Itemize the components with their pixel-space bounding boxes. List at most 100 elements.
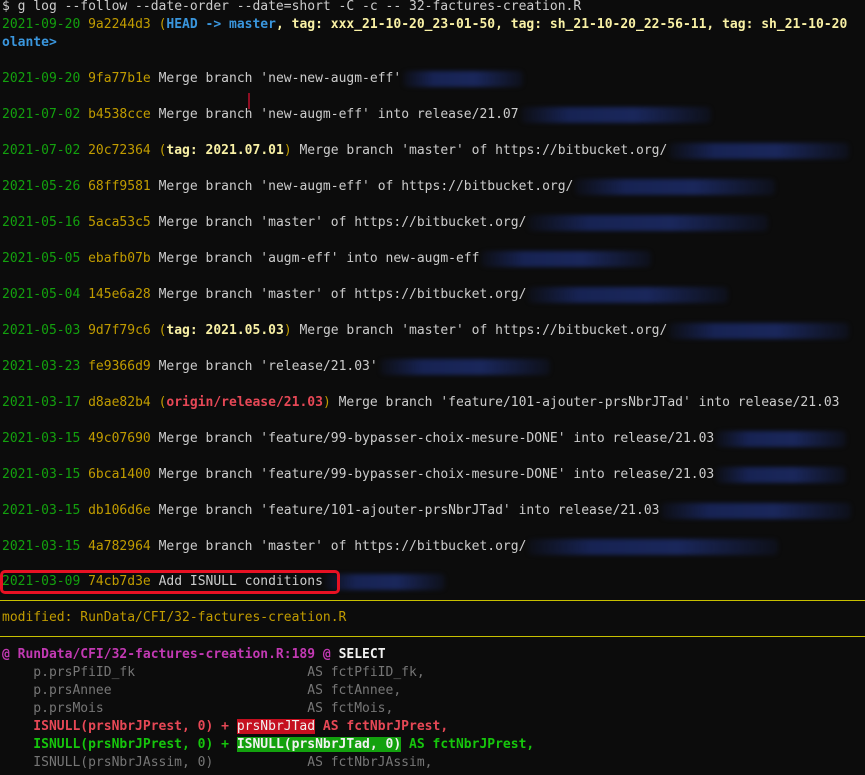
commit-line[interactable]: 2021-05-03 9d7f79c6 (tag: 2021.05.03) Me…: [2, 322, 850, 340]
commit-line[interactable]: 2021-07-02 20c72364 (tag: 2021.07.01) Me…: [2, 142, 850, 160]
head-commit-wrap: olante>: [2, 34, 57, 52]
commit-date: 2021-05-03: [2, 323, 81, 338]
redacted-region: [669, 322, 850, 339]
commit-date: 2021-05-26: [2, 179, 81, 194]
commit-message: Merge branch 'new-augm-eff' of https://b…: [158, 179, 574, 194]
commit-message: Merge branch 'master' of https://bitbuck…: [299, 143, 668, 158]
commit-hash: ebafb07b: [88, 251, 151, 266]
diff-context-line: p.prsMois AS fctMois,: [2, 701, 394, 716]
command-line: $ g log --follow --date-order --date=sho…: [2, 0, 581, 16]
commit-date: 2021-07-02: [2, 107, 81, 122]
commit-message: Merge branch 'feature/101-ajouter-prsNbr…: [158, 503, 660, 518]
redacted-region: [528, 286, 729, 303]
redacted-region: [520, 106, 711, 123]
commit-message: Merge branch 'feature/99-bypasser-choix-…: [158, 467, 715, 482]
hunk-marker: @: [2, 647, 10, 662]
commit-date: 2021-03-15: [2, 503, 81, 518]
commit-hash: 49c07690: [88, 431, 151, 446]
commit-line[interactable]: 2021-03-15 6bca1400 Merge branch 'featur…: [2, 466, 847, 484]
tag-label: tag:: [166, 323, 206, 338]
commit-date: 2021-05-16: [2, 215, 81, 230]
highlight-box: [0, 570, 340, 594]
commit-message: Merge branch 'master' of https://bitbuck…: [158, 539, 527, 554]
redacted-region: [575, 178, 776, 195]
hunk-context: SELECT: [338, 647, 386, 662]
commit-line[interactable]: 2021-05-04 145e6a28 Merge branch 'master…: [2, 286, 729, 304]
redacted-region: [716, 430, 847, 447]
commit-date: 2021-03-23: [2, 359, 81, 374]
commit-hash: 6bca1400: [88, 467, 151, 482]
deleted-text: AS fctNbrJPrest,: [315, 719, 449, 734]
redacted-region: [403, 70, 524, 87]
added-text: ISNULL(prsNbrJPrest, 0) +: [2, 737, 237, 752]
commit-hash: fe9366d9: [88, 359, 151, 374]
commit-message: Merge branch 'augm-eff' into new-augm-ef…: [158, 251, 480, 266]
redacted-region: [528, 214, 769, 231]
commit-hash: 9d7f79c6: [88, 323, 151, 338]
commit-line[interactable]: 2021-03-23 fe9366d9 Merge branch 'releas…: [2, 358, 550, 376]
diff-added-line: ISNULL(prsNbrJPrest, 0) + ISNULL(prsNbrJ…: [2, 736, 534, 754]
commit-message: Merge branch 'new-augm-eff' into release…: [158, 107, 519, 122]
redacted-region: [481, 250, 652, 267]
commit-hash: 20c72364: [88, 143, 151, 158]
diff-context-line: p.prsPfiID_fk AS fctPfiID_fk,: [2, 665, 425, 680]
ref-paren: ): [322, 395, 339, 410]
commit-message: Merge branch 'master' of https://bitbuck…: [299, 323, 668, 338]
commit-date: 2021-09-20: [2, 71, 81, 86]
commit-line[interactable]: 2021-05-05 ebafb07b Merge branch 'augm-e…: [2, 250, 652, 268]
commit-message: Merge branch 'master' of https://bitbuck…: [158, 215, 527, 230]
ref-paren: ): [283, 323, 300, 338]
tag-list: , tag: xxx_21-10-20_23-01-50, tag: sh_21…: [275, 17, 848, 32]
hunk-marker-end: @: [322, 647, 331, 662]
commit-hash: 145e6a28: [88, 287, 151, 302]
text-cursor: [248, 93, 250, 109]
commit-line[interactable]: 2021-03-17 d8ae82b4 (origin/release/21.0…: [2, 394, 840, 412]
commit-message: Merge branch 'master' of https://bitbuck…: [158, 287, 527, 302]
separator-line: [0, 636, 865, 637]
commit-date: 2021-05-04: [2, 287, 81, 302]
redacted-region: [379, 358, 550, 375]
commit-hash: 9a2244d3: [88, 17, 151, 32]
remote-ref: origin/release/21.03: [166, 395, 323, 410]
diff-context-line: ISNULL(prsNbrJAssim, 0) AS fctNbrJAssim,: [2, 755, 433, 770]
diff-context-line: p.prsAnnee AS fctAnnee,: [2, 683, 402, 698]
wrapped-ref: olante>: [2, 35, 57, 50]
redacted-region: [324, 573, 445, 590]
redacted-region: [528, 538, 779, 555]
head-commit-line: 2021-09-20 9a2244d3 (HEAD -> master, tag…: [2, 16, 847, 34]
commit-date: 2021-03-17: [2, 395, 81, 410]
commit-date: 2021-07-02: [2, 143, 81, 158]
commit-line[interactable]: 2021-07-02 b4538cce Merge branch 'new-au…: [2, 106, 711, 124]
redacted-region: [669, 142, 850, 159]
commit-line[interactable]: 2021-03-15 4a782964 Merge branch 'master…: [2, 538, 779, 556]
commit-line[interactable]: 2021-05-16 5aca53c5 Merge branch 'master…: [2, 214, 769, 232]
separator-line: [0, 600, 865, 601]
terminal-window[interactable]: $ g log --follow --date-order --date=sho…: [0, 0, 865, 775]
added-highlight: ISNULL(prsNbrJTad, 0): [236, 737, 402, 752]
commit-message: Merge branch 'new-new-augm-eff': [158, 71, 402, 86]
commit-date: 2021-09-20: [2, 17, 81, 32]
commit-hash: d8ae82b4: [88, 395, 151, 410]
prompt: $: [2, 0, 18, 14]
ref-paren: ): [283, 143, 300, 158]
diff-deleted-line: ISNULL(prsNbrJPrest, 0) + prsNbrJTad AS …: [2, 718, 448, 736]
commit-hash: db106d6e: [88, 503, 151, 518]
commit-line[interactable]: 2021-09-20 9fa77b1e Merge branch 'new-ne…: [2, 70, 524, 88]
redacted-region: [661, 502, 852, 519]
deleted-highlight: prsNbrJTad: [236, 719, 316, 734]
commit-message: Merge branch 'feature/101-ajouter-prsNbr…: [338, 395, 840, 410]
tag-name: 2021.07.01: [205, 143, 284, 158]
commit-date: 2021-03-15: [2, 467, 81, 482]
commit-line[interactable]: 2021-03-15 db106d6e Merge branch 'featur…: [2, 502, 852, 520]
commit-hash: 4a782964: [88, 539, 151, 554]
commit-date: 2021-05-05: [2, 251, 81, 266]
tag-name: 2021.05.03: [205, 323, 284, 338]
modified-file-line: modified: RunData/CFI/32-factures-creati…: [2, 610, 347, 625]
commit-hash: 68ff9581: [88, 179, 151, 194]
commit-date: 2021-03-15: [2, 539, 81, 554]
commit-line[interactable]: 2021-03-15 49c07690 Merge branch 'featur…: [2, 430, 847, 448]
diff-hunk-header: @ RunData/CFI/32-factures-creation.R:189…: [2, 646, 386, 664]
commit-line[interactable]: 2021-05-26 68ff9581 Merge branch 'new-au…: [2, 178, 776, 196]
head-ref: HEAD -> master: [166, 17, 276, 32]
commit-message: Merge branch 'release/21.03': [158, 359, 378, 374]
